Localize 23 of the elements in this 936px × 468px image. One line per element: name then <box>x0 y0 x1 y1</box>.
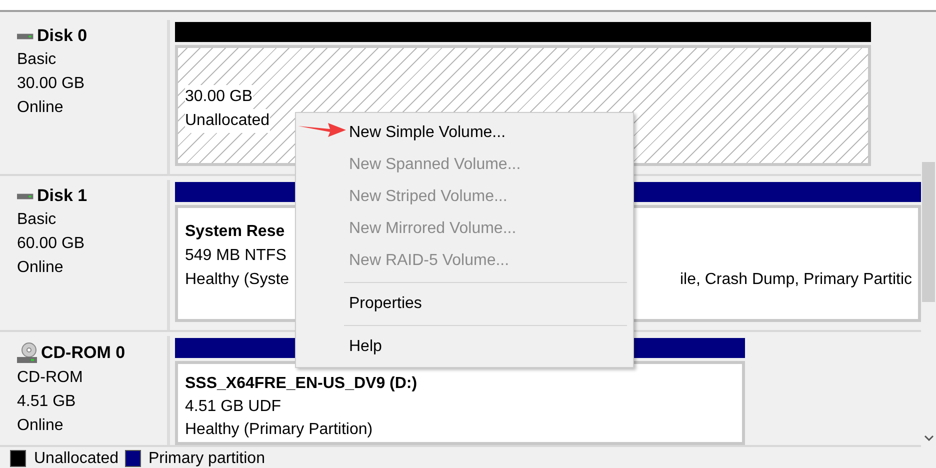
disk-status: Online <box>17 416 64 436</box>
disk-size: 60.00 GB <box>17 234 85 254</box>
legend-label: Primary partition <box>148 450 265 468</box>
disk-type: Basic <box>17 210 56 230</box>
partition-detail: Healthy (Primary Partition) <box>185 420 373 440</box>
disk-size: 30.00 GB <box>17 74 85 94</box>
disk-name: Disk 0 <box>37 26 88 46</box>
partition-detail: Healthy (Syste <box>185 270 290 290</box>
volume-name: System Rese <box>185 222 285 242</box>
partition-detail: Unallocated <box>185 109 270 134</box>
disk-type: Basic <box>17 50 56 70</box>
volume-name: SSS_X64FRE_EN-US_DV9 (D:) <box>185 374 418 394</box>
disk-name: Disk 1 <box>37 186 88 206</box>
partition-detail: 4.51 GB UDF <box>185 397 282 418</box>
partition-detail: 549 MB NTFS <box>185 246 286 266</box>
disk-status: Online <box>17 98 64 118</box>
disk-name: CD-ROM 0 <box>41 343 126 364</box>
disk-size: 4.51 GB <box>17 392 76 412</box>
disk-type: CD-ROM <box>17 368 83 388</box>
legend-label: Unallocated <box>34 450 118 468</box>
disk-status: Online <box>17 258 64 278</box>
partition-detail: ile, Crash Dump, Primary Partitic <box>680 270 912 290</box>
partition-detail: 30.00 GB <box>185 85 253 110</box>
